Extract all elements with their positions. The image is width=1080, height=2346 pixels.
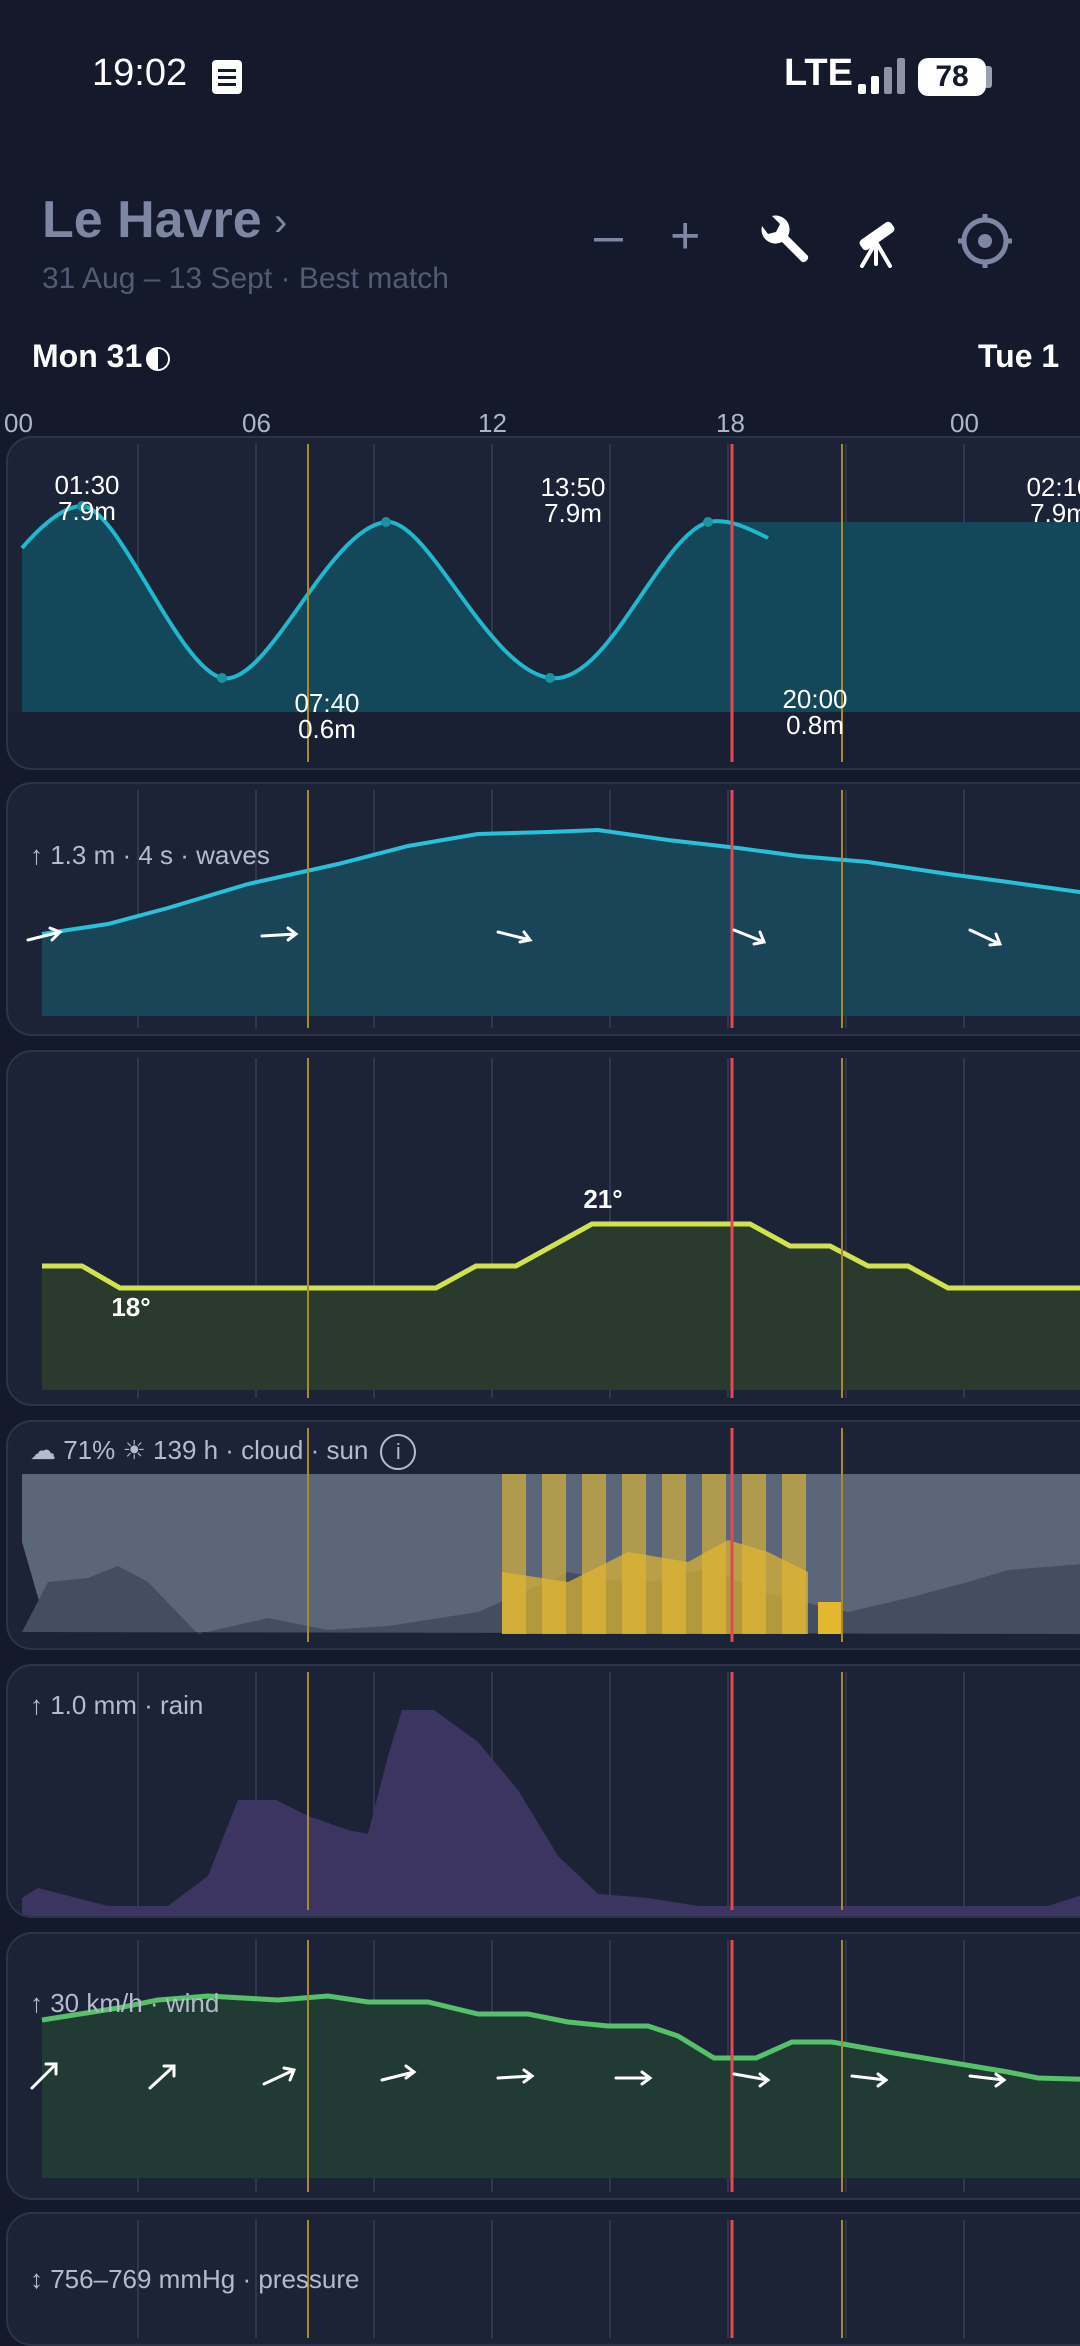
tide-baseline-band [8,712,1080,768]
tide-label: 07:40 0.6m [294,688,360,744]
day-label-tue: Tue 1 [978,338,1060,374]
rain-area [22,1710,1080,1916]
wrench-icon[interactable] [754,212,812,270]
rain-label: ↑ 1.0 mm · rain [30,1690,204,1720]
tide-panel[interactable]: 01:30 7.9m 07:40 0.6m 13:50 7.9m 20:00 0.8m … [6,436,1080,770]
battery-tip [986,66,992,88]
rain-panel[interactable]: ↑ 1.0 mm · rain [6,1664,1080,1918]
temperature-chart [42,1058,1080,1398]
chevron-right-icon[interactable]: › [274,200,287,245]
tide-point [381,517,391,527]
hour-label: 12 [478,408,507,438]
signal-icon [858,58,905,94]
telescope-icon[interactable] [850,214,902,268]
day-label-mon: Mon 31 [32,338,171,375]
tide-label: 20:00 0.8m [782,684,848,740]
hour-label: 00 [950,408,979,438]
tide-label: 13:50 7.9m [540,472,606,528]
wind-label: ↑ 30 km/h · wind [30,1988,220,2018]
hour-label: 00 [4,408,33,438]
temperature-area [42,1224,1080,1390]
time-markers [307,2220,843,2338]
gear-icon[interactable] [956,212,1014,270]
notification-icon [212,60,242,94]
cloud-sun-panel[interactable]: ☁ 71% ☀ 139 h · cloud · sun i [6,1420,1080,1650]
temperature-min-label: 18° [111,1292,151,1322]
info-icon[interactable]: i [380,1434,417,1470]
pressure-label: ↕ 756–769 mmHg · pressure [30,2264,360,2294]
network-type: LTE [784,52,853,94]
hour-label: 18 [716,408,745,438]
status-time: 19:02 [92,52,188,94]
date-range[interactable]: 31 Aug – 13 Sept · Best match [42,262,449,296]
moon-phase-icon [146,346,171,371]
cloud-sun-label: ☁ 71% ☀ 139 h · cloud · sun i [30,1434,417,1470]
tide-point [545,673,555,683]
battery-icon: 78 [918,58,986,96]
tide-label: 01:30 7.9m [54,470,120,526]
hour-label: 06 [242,408,271,438]
tide-point [703,517,713,527]
wind-area [42,1996,1080,2178]
temperature-max-label: 21° [583,1184,623,1214]
waves-label: ↑ 1.3 m · 4 s · waves [30,840,270,870]
temperature-panel[interactable]: 21° 18° [6,1050,1080,1406]
zoom-out-button[interactable]: – [594,210,623,262]
waves-chart [26,790,1080,1028]
tide-label: 02:107.9m [1026,472,1080,528]
zoom-in-button[interactable]: + [670,210,700,262]
wind-chart [30,1940,1080,2192]
pressure-panel[interactable]: ↕ 756–769 mmHg · pressure [6,2212,1080,2346]
tide-point [217,673,227,683]
wind-panel[interactable]: ↑ 30 km/h · wind [6,1932,1080,2200]
waves-panel[interactable]: ↑ 1.3 m · 4 s · waves [6,782,1080,1036]
location-title[interactable]: Le Havre [42,190,262,250]
